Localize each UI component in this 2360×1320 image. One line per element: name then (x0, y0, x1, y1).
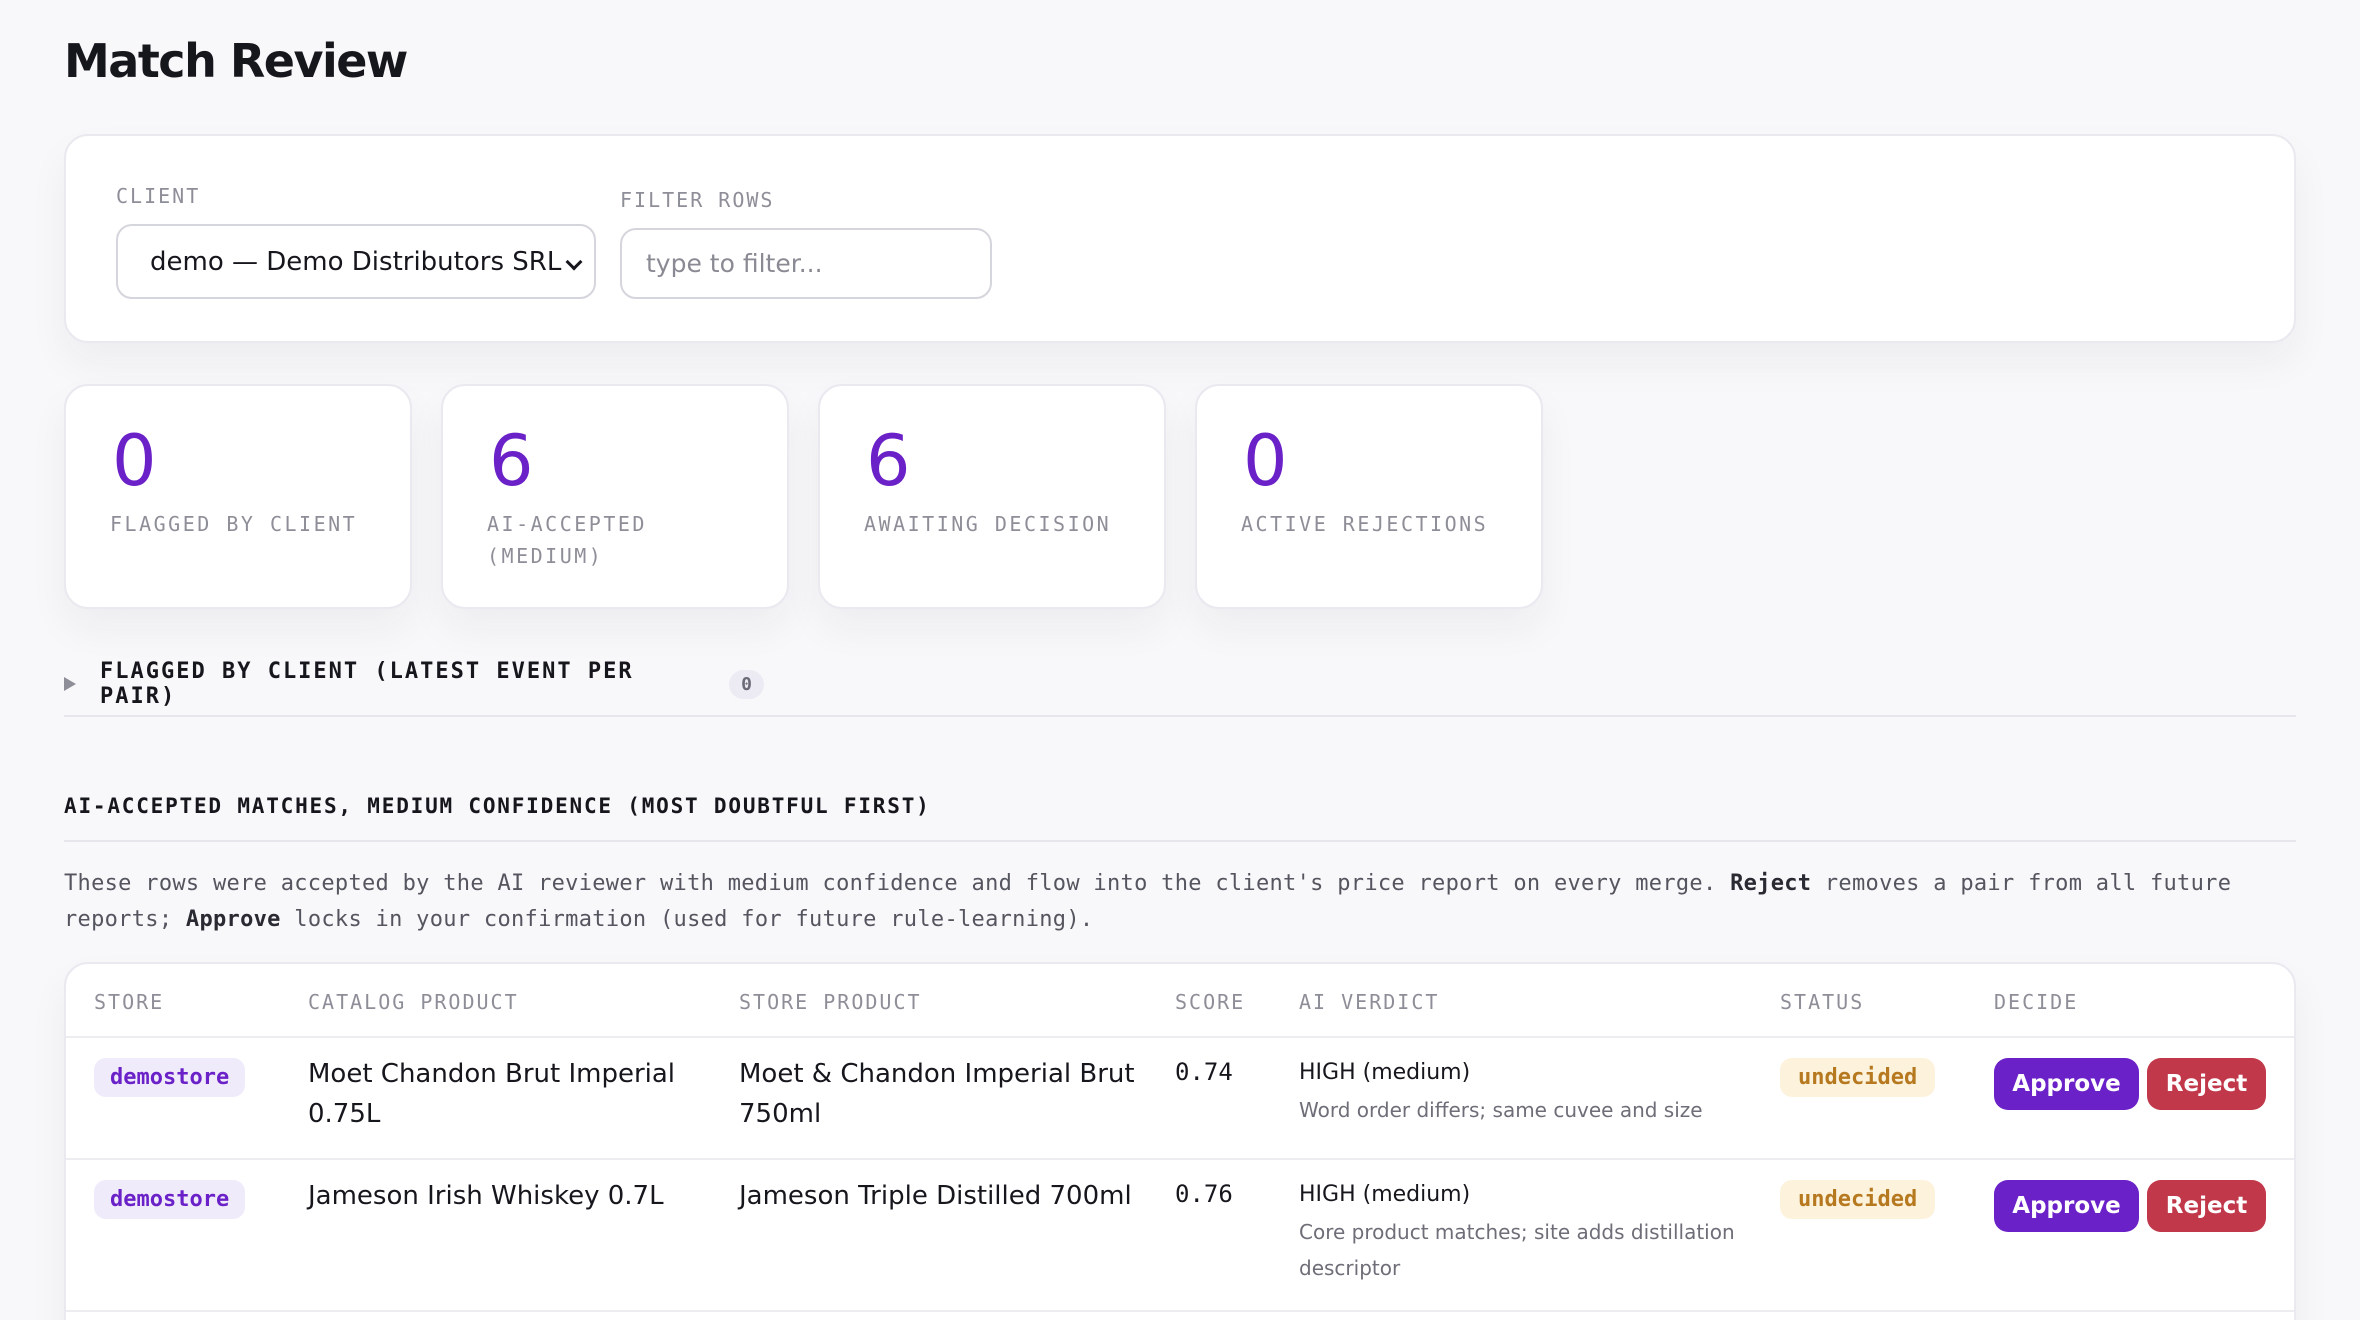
ai-verdict: HIGH (medium) (1299, 1060, 1471, 1085)
store-product: Jameson Triple Distilled 700ml (739, 1181, 1132, 1211)
header-store: STORE (94, 990, 165, 1014)
reject-keyword: Reject (1730, 871, 1812, 896)
store-product: Moet & Chandon Imperial Brut 750ml (739, 1059, 1135, 1129)
approve-button[interactable]: Approve (1994, 1058, 2139, 1110)
stat-label: ACTIVE REJECTIONS (1241, 512, 1489, 536)
header-ai-verdict: AI VERDICT (1299, 990, 1440, 1014)
filter-panel: CLIENT demo — Demo Distributors SRL FILT… (64, 134, 2296, 343)
header-catalog-product: CATALOG PRODUCT (308, 990, 519, 1014)
stat-label: AWAITING DECISION (864, 512, 1112, 536)
stat-value: 0 (1243, 420, 1288, 502)
table-row: demostore Jameson Irish Whiskey 0.7L Jam… (66, 1160, 2294, 1310)
client-label: CLIENT (116, 184, 201, 208)
header-store-product: STORE PRODUCT (739, 990, 922, 1014)
client-select[interactable]: demo — Demo Distributors SRL (116, 224, 596, 299)
ai-section-description: These rows were accepted by the AI revie… (64, 871, 2232, 932)
status-badge: undecided (1780, 1058, 1936, 1097)
score: 0.76 (1175, 1180, 1233, 1208)
store-chip[interactable]: demostore (94, 1180, 246, 1219)
ai-verdict: HIGH (medium) (1299, 1182, 1471, 1207)
score: 0.74 (1175, 1058, 1233, 1086)
flagged-count-badge: 0 (729, 669, 764, 699)
stat-label: FLAGGED BY CLIENT (110, 512, 358, 536)
ai-reason: Core product matches; site adds distilla… (1299, 1220, 1735, 1280)
reject-button[interactable]: Reject (2147, 1058, 2266, 1110)
page-title: Match Review (64, 34, 408, 88)
approve-keyword: Approve (185, 907, 281, 932)
catalog-product: Moet Chandon Brut Imperial 0.75L (308, 1059, 676, 1129)
stat-awaiting-decision: 6 AWAITING DECISION (818, 384, 1166, 609)
stat-ai-accepted: 6 AI-ACCEPTED (MEDIUM) (441, 384, 789, 609)
ai-section-title: AI-ACCEPTED MATCHES, MEDIUM CONFIDENCE (… (64, 794, 931, 818)
chevron-down-icon (565, 253, 583, 271)
flagged-section-title: FLAGGED BY CLIENT (LATEST EVENT PER PAIR… (100, 659, 634, 709)
stat-value: 6 (489, 420, 534, 502)
flagged-section-toggle[interactable]: FLAGGED BY CLIENT (LATEST EVENT PER PAIR… (64, 659, 764, 709)
stat-value: 6 (866, 420, 911, 502)
client-select-value: demo — Demo Distributors SRL (150, 246, 562, 277)
row-divider (66, 1310, 2294, 1312)
divider (64, 840, 2296, 842)
stat-value: 0 (112, 420, 157, 502)
stat-active-rejections: 0 ACTIVE REJECTIONS (1195, 384, 1543, 609)
stat-label: AI-ACCEPTED (MEDIUM) (487, 512, 647, 568)
catalog-product: Jameson Irish Whiskey 0.7L (308, 1181, 664, 1211)
header-status: STATUS (1780, 990, 1865, 1014)
header-score: SCORE (1175, 990, 1246, 1014)
reject-button[interactable]: Reject (2147, 1180, 2266, 1232)
approve-button[interactable]: Approve (1994, 1180, 2139, 1232)
store-chip[interactable]: demostore (94, 1058, 246, 1097)
filter-rows-label: FILTER ROWS (620, 188, 775, 212)
header-decide: DECIDE (1994, 990, 2079, 1014)
divider (64, 715, 2296, 717)
filter-rows-input[interactable] (620, 228, 992, 299)
matches-table: STORE CATALOG PRODUCT STORE PRODUCT SCOR… (64, 962, 2296, 1320)
status-badge: undecided (1780, 1180, 1936, 1219)
table-row: demostore Moet Chandon Brut Imperial 0.7… (66, 1038, 2294, 1158)
ai-reason: Word order differs; same cuvee and size (1299, 1098, 1703, 1122)
triangle-right-icon (64, 677, 76, 691)
stat-flagged-by-client: 0 FLAGGED BY CLIENT (64, 384, 412, 609)
